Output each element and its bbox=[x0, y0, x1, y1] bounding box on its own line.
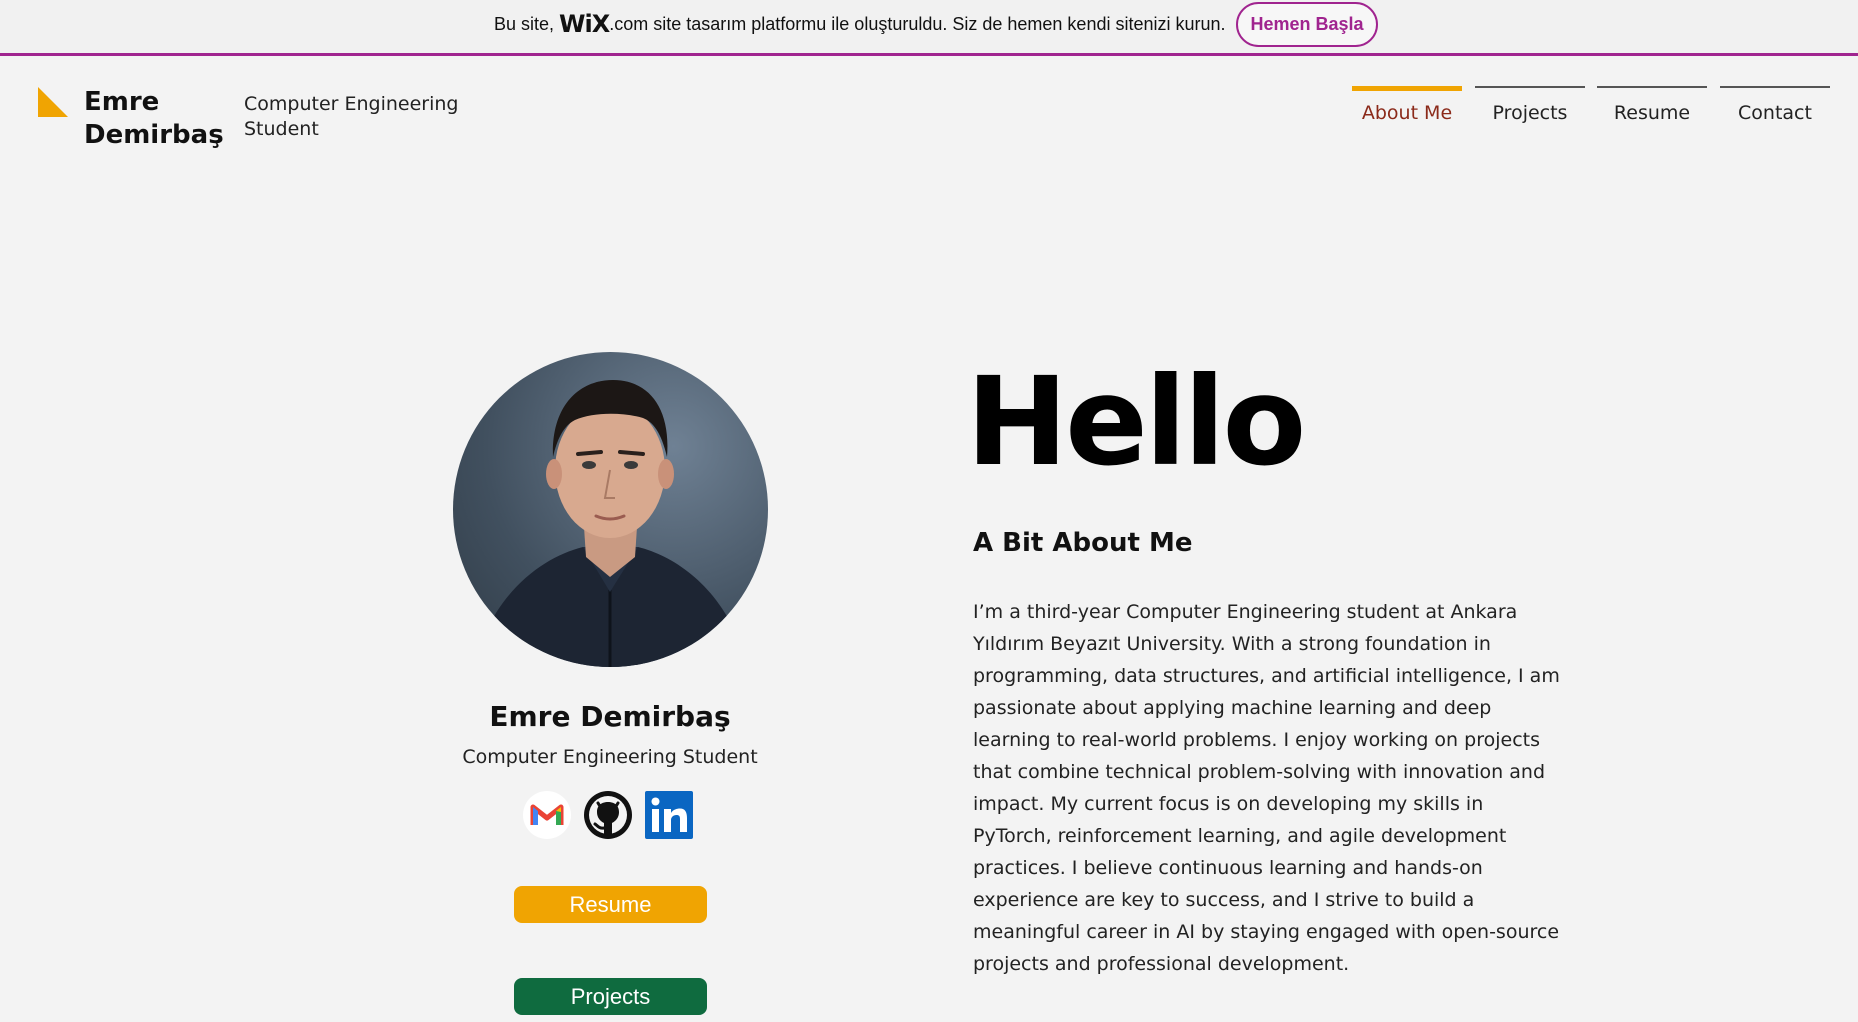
gmail-icon[interactable] bbox=[522, 790, 572, 840]
nav-projects[interactable]: Projects bbox=[1475, 86, 1585, 136]
banner-text-after: .com site tasarım platformu ile oluşturu… bbox=[609, 14, 1226, 34]
profile-role: Computer Engineering Student bbox=[462, 746, 758, 768]
about-heading: A Bit About Me bbox=[973, 528, 1193, 558]
profile-name: Emre Demirbaş bbox=[489, 700, 731, 733]
person-portrait-image bbox=[473, 380, 748, 667]
profile-photo bbox=[453, 352, 768, 667]
hello-heading: Hello bbox=[966, 351, 1306, 493]
wix-promo-banner: Bu site, WiX.com site tasarım platformu … bbox=[0, 0, 1858, 56]
start-now-button[interactable]: Hemen Başla bbox=[1236, 2, 1378, 47]
nav-about-me[interactable]: About Me bbox=[1352, 86, 1462, 136]
nav-contact[interactable]: Contact bbox=[1720, 86, 1830, 136]
main-nav: About Me Projects Resume Contact bbox=[1352, 86, 1832, 136]
brand-name[interactable]: Emre Demirbaş bbox=[84, 86, 234, 152]
triangle-logo-icon[interactable] bbox=[38, 87, 68, 117]
wix-logo[interactable]: WiX bbox=[559, 10, 610, 38]
brand-subtitle: Computer Engineering Student bbox=[244, 93, 459, 140]
wix-banner-text: Bu site, WiX.com site tasarım platformu … bbox=[494, 12, 1226, 36]
linkedin-icon[interactable] bbox=[644, 790, 694, 840]
resume-button[interactable]: Resume bbox=[514, 886, 707, 923]
social-links bbox=[522, 790, 702, 842]
banner-text-before: Bu site, bbox=[494, 14, 560, 34]
projects-button[interactable]: Projects bbox=[514, 978, 707, 1015]
nav-resume[interactable]: Resume bbox=[1597, 86, 1707, 136]
about-paragraph: I’m a third-year Computer Engineering st… bbox=[973, 601, 1560, 975]
github-icon[interactable] bbox=[583, 790, 633, 840]
